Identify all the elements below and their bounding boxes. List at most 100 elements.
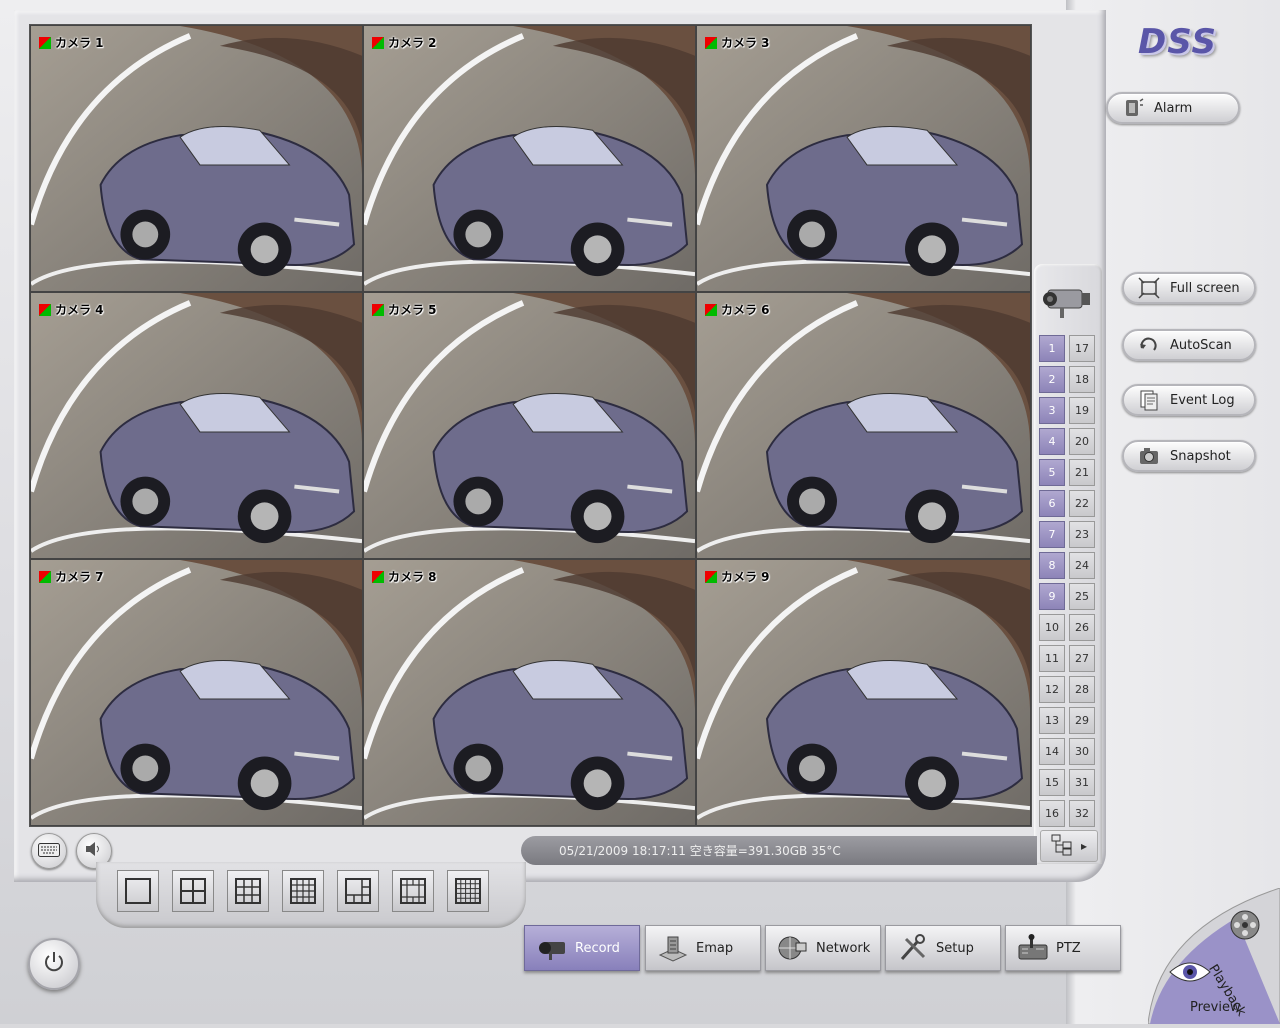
autoscan-label: AutoScan	[1170, 337, 1232, 353]
channel-button-29[interactable]: 29	[1069, 707, 1095, 734]
tab-emap-label: Emap	[696, 940, 734, 956]
snapshot-label: Snapshot	[1170, 448, 1231, 464]
camera-label: カメラ 7	[39, 568, 104, 585]
power-button[interactable]	[28, 938, 80, 990]
channel-page-button[interactable]: ▸	[1040, 830, 1098, 862]
channel-button-25[interactable]: 25	[1069, 583, 1095, 610]
layout-16-icon	[290, 878, 316, 904]
power-icon	[42, 950, 66, 978]
channel-button-9[interactable]: 9	[1039, 583, 1065, 610]
camera-name: カメラ 2	[388, 36, 437, 50]
tab-setup[interactable]: Setup	[885, 925, 1001, 971]
channel-button-2[interactable]: 2	[1039, 366, 1065, 393]
channel-button-23[interactable]: 23	[1069, 521, 1095, 548]
channel-button-1[interactable]: 1	[1039, 335, 1065, 362]
camera-label: カメラ 2	[372, 34, 437, 51]
channel-button-3[interactable]: 3	[1039, 397, 1065, 424]
tab-emap[interactable]: Emap	[645, 925, 761, 971]
layout-6-button[interactable]	[337, 870, 379, 912]
setup-tools-icon	[900, 934, 926, 960]
camera-name: カメラ 4	[55, 303, 104, 317]
channel-button-27[interactable]: 27	[1069, 645, 1095, 672]
record-status-icon	[705, 570, 717, 583]
camera-tile[interactable]: カメラ 3	[696, 25, 1031, 292]
video-grid: カメラ 1 カメラ 2 カメラ 3 カメラ 4 カメラ 5 カメラ 6 カメラ …	[29, 24, 1032, 827]
film-reel-icon	[1226, 906, 1264, 948]
layout-13-button[interactable]	[392, 870, 434, 912]
snapshot-button[interactable]: Snapshot	[1122, 440, 1256, 472]
camera-label: カメラ 9	[705, 568, 770, 585]
channel-button-24[interactable]: 24	[1069, 552, 1095, 579]
camera-tile[interactable]: カメラ 1	[30, 25, 363, 292]
camera-label: カメラ 4	[39, 301, 104, 318]
camera-label: カメラ 8	[372, 568, 437, 585]
camera-name: カメラ 6	[721, 303, 770, 317]
record-status-icon	[705, 36, 717, 49]
tab-ptz[interactable]: PTZ	[1005, 925, 1121, 971]
layout-25-icon	[455, 878, 481, 904]
layout-4-button[interactable]	[172, 870, 214, 912]
camera-name: カメラ 7	[55, 570, 104, 584]
layout-16-button[interactable]	[282, 870, 324, 912]
channel-button-15[interactable]: 15	[1039, 769, 1065, 796]
full-screen-button[interactable]: Full screen	[1122, 272, 1256, 304]
full-screen-icon	[1138, 277, 1160, 299]
channel-button-17[interactable]: 17	[1069, 335, 1095, 362]
alarm-button[interactable]: Alarm	[1106, 92, 1240, 124]
tab-ptz-label: PTZ	[1056, 940, 1081, 956]
channel-button-21[interactable]: 21	[1069, 459, 1095, 486]
record-status-icon	[372, 570, 384, 583]
channel-button-8[interactable]: 8	[1039, 552, 1065, 579]
channel-button-30[interactable]: 30	[1069, 738, 1095, 765]
layout-25-button[interactable]	[447, 870, 489, 912]
status-bar: 05/21/2009 18:17:11 空き容量=391.30GB 35°C	[521, 836, 1037, 865]
channel-button-14[interactable]: 14	[1039, 738, 1065, 765]
record-status-icon	[39, 36, 51, 49]
channel-button-32[interactable]: 32	[1069, 800, 1095, 827]
tab-record[interactable]: Record	[524, 925, 640, 971]
layout-1-button[interactable]	[117, 870, 159, 912]
camera-label: カメラ 5	[372, 301, 437, 318]
layout-9-button[interactable]	[227, 870, 269, 912]
channel-button-19[interactable]: 19	[1069, 397, 1095, 424]
camera-tile[interactable]: カメラ 4	[30, 292, 363, 559]
cctv-camera-icon	[1038, 280, 1096, 322]
record-status-icon	[39, 570, 51, 583]
tree-icon	[1051, 834, 1077, 859]
camera-tile[interactable]: カメラ 9	[696, 559, 1031, 826]
channel-button-6[interactable]: 6	[1039, 490, 1065, 517]
layout-6-icon	[345, 878, 371, 904]
camera-label: カメラ 3	[705, 34, 770, 51]
channel-button-26[interactable]: 26	[1069, 614, 1095, 641]
ptz-controller-icon	[1018, 934, 1048, 960]
network-icon	[778, 936, 807, 960]
channel-button-5[interactable]: 5	[1039, 459, 1065, 486]
autoscan-button[interactable]: AutoScan	[1122, 329, 1256, 361]
camera-tile[interactable]: カメラ 5	[363, 292, 696, 559]
channel-button-7[interactable]: 7	[1039, 521, 1065, 548]
event-log-button[interactable]: Event Log	[1122, 384, 1256, 416]
camera-tile[interactable]: カメラ 6	[696, 292, 1031, 559]
event-log-icon	[1138, 389, 1160, 411]
record-status-icon	[372, 36, 384, 49]
channel-button-31[interactable]: 31	[1069, 769, 1095, 796]
channel-button-16[interactable]: 16	[1039, 800, 1065, 827]
camera-icon	[1138, 445, 1160, 467]
keyboard-button[interactable]	[31, 833, 67, 869]
record-camera-icon	[539, 942, 565, 960]
tab-network[interactable]: Network	[765, 925, 881, 971]
channel-button-10[interactable]: 10	[1039, 614, 1065, 641]
channel-button-28[interactable]: 28	[1069, 676, 1095, 703]
camera-tile[interactable]: カメラ 7	[30, 559, 363, 826]
channel-button-12[interactable]: 12	[1039, 676, 1065, 703]
camera-tile[interactable]: カメラ 8	[363, 559, 696, 826]
channel-button-18[interactable]: 18	[1069, 366, 1095, 393]
channel-button-22[interactable]: 22	[1069, 490, 1095, 517]
camera-tile[interactable]: カメラ 2	[363, 25, 696, 292]
channel-button-13[interactable]: 13	[1039, 707, 1065, 734]
record-status-icon	[705, 303, 717, 316]
channel-button-4[interactable]: 4	[1039, 428, 1065, 455]
channel-button-11[interactable]: 11	[1039, 645, 1065, 672]
channel-button-20[interactable]: 20	[1069, 428, 1095, 455]
alarm-icon	[1122, 97, 1144, 119]
